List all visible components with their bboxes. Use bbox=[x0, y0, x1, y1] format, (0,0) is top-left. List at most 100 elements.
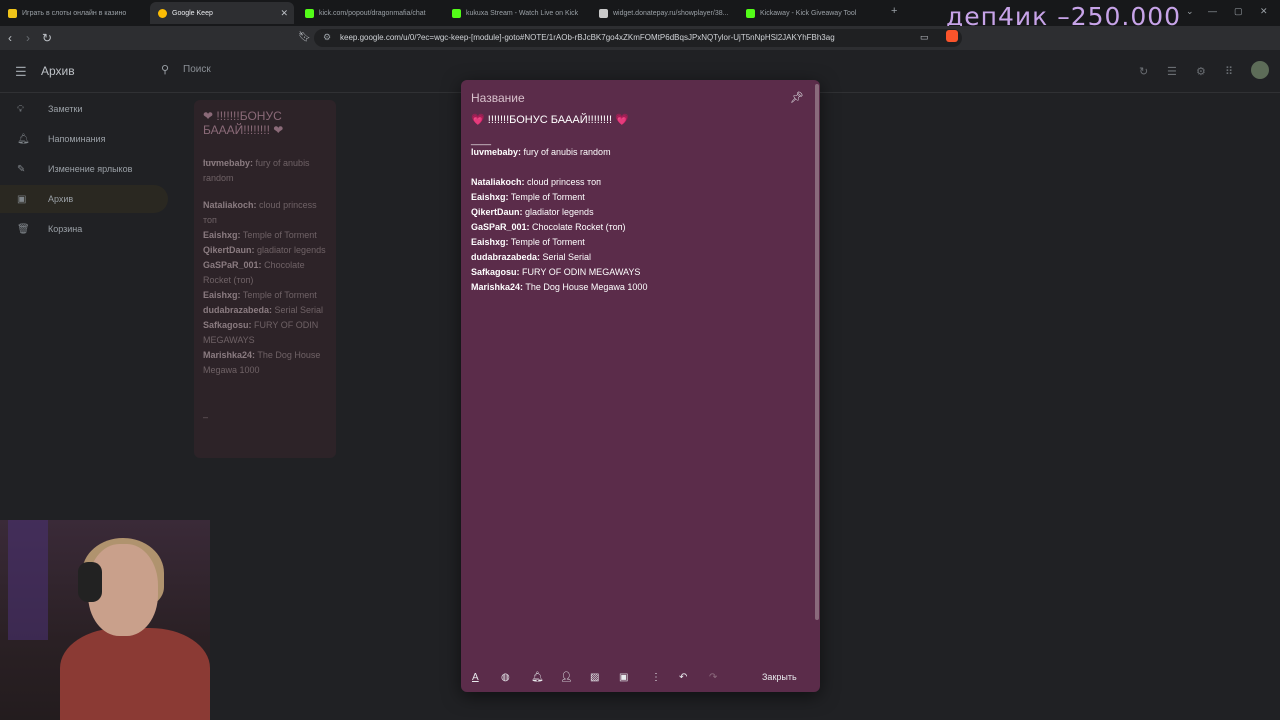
card-line: dudabrazabeda: Serial Serial bbox=[203, 305, 324, 315]
background-shelf bbox=[8, 520, 48, 640]
scrollbar[interactable] bbox=[815, 84, 819, 620]
avatar[interactable] bbox=[1251, 61, 1269, 79]
sidebar-item-label: Архив bbox=[48, 194, 74, 204]
back-icon[interactable]: ‹ bbox=[8, 31, 12, 45]
heart-icon: 💗 bbox=[471, 114, 485, 126]
tab-casino[interactable]: Играть в слоты онлайн в казино bbox=[8, 3, 148, 23]
note-entry: GaSPaR_001: Chocolate Rocket (топ) bbox=[471, 222, 626, 232]
note-editor[interactable]: Название 📌︎ 💗 !!!!!!!БОНУС БАААЙ!!!!!!!!… bbox=[461, 80, 820, 692]
undo-icon[interactable]: ↶ bbox=[679, 672, 687, 683]
close-button[interactable]: Закрыть bbox=[762, 672, 797, 682]
note-entry: QikertDaun: gladiator legends bbox=[471, 207, 594, 217]
palette-icon[interactable]: ◍ bbox=[501, 672, 510, 683]
more-options-icon[interactable]: ⋮ bbox=[651, 672, 661, 683]
sidebar-item-label: Корзина bbox=[48, 224, 83, 234]
site-info-icon[interactable]: ⚙ bbox=[323, 32, 331, 43]
search-icon[interactable]: ⚲ bbox=[161, 63, 169, 76]
card-line: QikertDaun: gladiator legends bbox=[203, 245, 326, 255]
unarchive-icon[interactable]: ▣ bbox=[619, 672, 628, 683]
pin-icon[interactable]: 📌︎ bbox=[790, 91, 804, 104]
sidebar-item-edit-labels[interactable]: ✎ Изменение ярлыков bbox=[0, 155, 168, 183]
archived-note-card[interactable]: ❤ !!!!!!!БОНУС БАААЙ!!!!!!!! ❤ ___ luvme… bbox=[194, 100, 336, 458]
tab-label: Google Keep bbox=[172, 9, 213, 17]
tab-kick-stream[interactable]: kukuxa Stream - Watch Live on Kick bbox=[452, 3, 592, 23]
note-body[interactable]: 💗 !!!!!!!БОНУС БАААЙ!!!!!!!! 💗 ____ luvm… bbox=[471, 113, 806, 295]
address-bar[interactable]: ⚙ keep.google.com/u/0/?ec=wgc-keep-[modu… bbox=[314, 29, 962, 47]
list-view-icon[interactable]: ☰ bbox=[1167, 65, 1177, 78]
note-title-input[interactable]: Название bbox=[471, 91, 525, 105]
tab-label: Играть в слоты онлайн в казино bbox=[22, 9, 127, 17]
settings-icon[interactable]: ⚙ bbox=[1196, 65, 1206, 78]
webcam-overlay bbox=[0, 520, 210, 720]
note-entry: Eaishxg: Temple of Torment bbox=[471, 192, 585, 202]
bulb-icon: 💡︎ bbox=[17, 103, 24, 115]
sidebar-item-reminders[interactable]: 🔔︎ Напоминания bbox=[0, 125, 168, 153]
bell-icon: 🔔︎ bbox=[17, 133, 30, 145]
reminder-bell-icon[interactable]: 🔔︎ bbox=[531, 672, 544, 683]
sidebar-item-notes[interactable]: 💡︎ Заметки bbox=[0, 95, 168, 123]
new-tab-button[interactable]: + bbox=[891, 5, 897, 17]
sidebar-item-archive[interactable]: ▣ Архив bbox=[0, 185, 168, 213]
tab-donatepay[interactable]: widget.donatepay.ru/showplayer/38... bbox=[599, 3, 733, 23]
tab-google-keep[interactable]: Google Keep ✕ bbox=[150, 2, 294, 24]
text-format-icon[interactable]: A bbox=[472, 672, 479, 683]
note-entry: dudabrazabeda: Serial Serial bbox=[471, 252, 592, 262]
card-line: Eaishxg: Temple of Torment bbox=[203, 290, 317, 300]
note-entry: Safkagosu: FURY OF ODIN MEGAWAYS bbox=[471, 267, 641, 277]
tab-search-icon[interactable]: ⌄ bbox=[1186, 6, 1194, 17]
tab-kickaway[interactable]: Kickaway - Kick Giveaway Tool bbox=[746, 3, 882, 23]
headline-text: !!!!!!!БОНУС БАААЙ!!!!!!!! bbox=[484, 114, 616, 126]
note-toolbar: A ◍ 🔔︎ 👤︎ ▨ ▣ ⋮ ↶ ↷ Закрыть bbox=[461, 665, 820, 692]
kick-favicon-icon bbox=[305, 8, 314, 18]
sidebar-item-label: Изменение ярлыков bbox=[48, 164, 133, 174]
note-entry: Marishka24: The Dog House Megawa 1000 bbox=[471, 282, 648, 292]
note-entry: Nataliakoch: cloud princess топ bbox=[471, 177, 601, 187]
keep-favicon-icon bbox=[158, 8, 167, 18]
brave-shield-icon[interactable] bbox=[946, 30, 958, 42]
refresh-icon[interactable]: ↻ bbox=[1139, 65, 1148, 78]
minimize-icon[interactable]: — bbox=[1208, 6, 1217, 16]
note-headline: 💗 !!!!!!!БОНУС БАААЙ!!!!!!!! 💗 bbox=[471, 113, 806, 127]
card-line: luvmebaby: fury of anubis random bbox=[203, 158, 310, 183]
close-window-icon[interactable]: ✕ bbox=[1260, 6, 1268, 17]
headphones bbox=[78, 562, 102, 602]
card-dash: – bbox=[203, 412, 209, 422]
reload-icon[interactable]: ↻ bbox=[42, 31, 52, 45]
card-line: Safkagosu: FURY OF ODIN MEGAWAYS bbox=[203, 320, 319, 345]
heart-icon: 💗 bbox=[615, 114, 629, 126]
kick-favicon-icon bbox=[746, 8, 755, 18]
redo-icon[interactable]: ↷ bbox=[709, 672, 717, 683]
note-entry: Eaishxg: Temple of Torment bbox=[471, 237, 585, 247]
tab-label: kick.com/popout/dragonmafia/chat bbox=[319, 9, 426, 17]
url-text: keep.google.com/u/0/?ec=wgc-keep-[module… bbox=[340, 33, 835, 42]
sidebar-item-label: Заметки bbox=[48, 104, 83, 114]
sidebar-item-label: Напоминания bbox=[48, 134, 106, 144]
install-app-icon[interactable]: ▭ bbox=[920, 32, 929, 43]
tab-label: kukuxa Stream - Watch Live on Kick bbox=[466, 9, 579, 17]
note-entry: luvmebaby: fury of anubis random bbox=[471, 147, 611, 157]
close-tab-icon[interactable]: ✕ bbox=[280, 8, 288, 19]
card-line: Nataliakoch: cloud princess топ bbox=[203, 200, 317, 225]
card-line: GaSPaR_001: Chocolate Rocket (топ) bbox=[203, 260, 305, 285]
apps-grid-icon[interactable]: ⠿ bbox=[1225, 65, 1233, 78]
note-separator: ____ bbox=[471, 135, 492, 145]
page-title: Архив bbox=[41, 64, 75, 78]
pencil-icon: ✎ bbox=[17, 163, 26, 175]
collaborator-icon[interactable]: 👤︎ bbox=[560, 672, 573, 683]
maximize-icon[interactable]: ▢ bbox=[1234, 6, 1243, 17]
browser-nav-bar: ‹ › ↻ 🔖︎ ⚙ keep.google.com/u/0/?ec=wgc-k… bbox=[0, 26, 1280, 67]
casino-favicon-icon bbox=[8, 8, 17, 18]
streamer-body bbox=[60, 628, 210, 720]
trash-icon: 🗑︎ bbox=[17, 223, 30, 235]
tab-kick-chat[interactable]: kick.com/popout/dragonmafia/chat bbox=[305, 3, 445, 23]
donatepay-favicon-icon bbox=[599, 8, 608, 18]
card-title: ❤ !!!!!!!БОНУС БАААЙ!!!!!!!! ❤ bbox=[203, 109, 284, 137]
archive-icon: ▣ bbox=[17, 193, 27, 205]
sidebar-item-trash[interactable]: 🗑︎ Корзина bbox=[0, 215, 168, 243]
main-menu-icon[interactable]: ☰ bbox=[15, 64, 27, 80]
bookmark-icon[interactable]: 🔖︎ bbox=[298, 32, 311, 43]
search-input[interactable]: Поиск bbox=[183, 64, 211, 75]
card-line: Marishka24: The Dog House Megawa 1000 bbox=[203, 350, 321, 375]
image-icon[interactable]: ▨ bbox=[590, 672, 599, 683]
forward-icon[interactable]: › bbox=[26, 31, 30, 45]
